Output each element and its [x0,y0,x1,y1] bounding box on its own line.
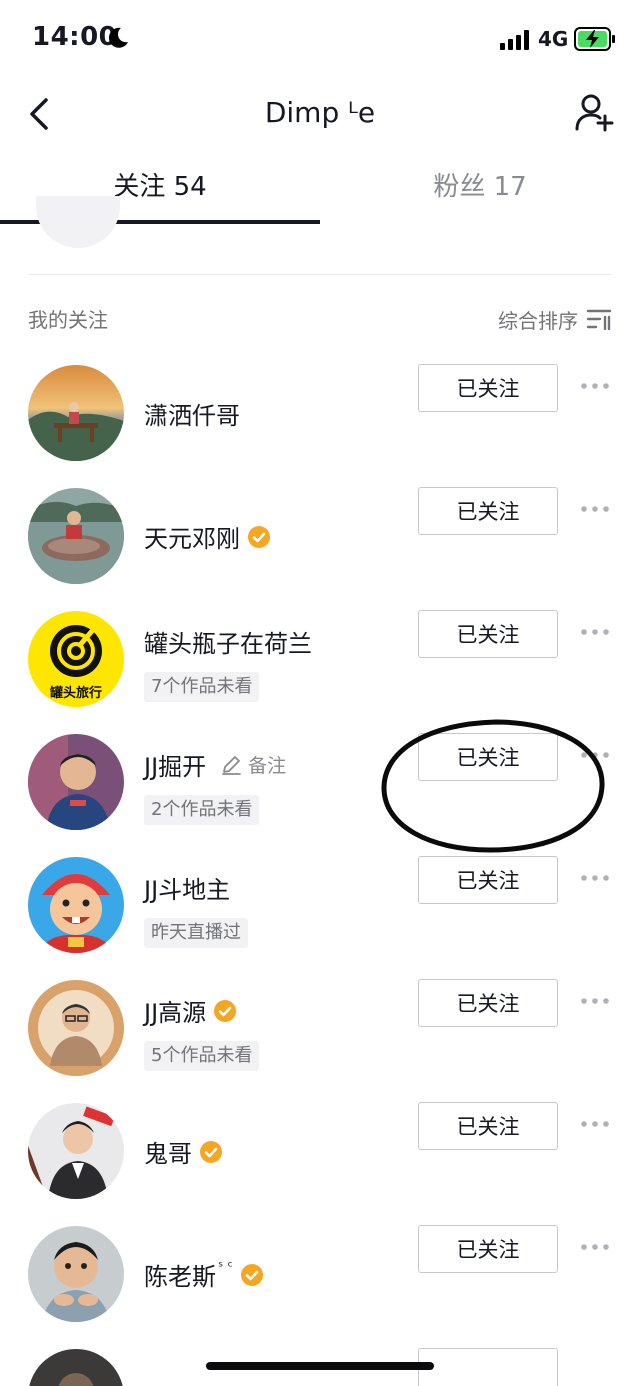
more-icon[interactable] [580,503,610,515]
sort-label: 综合排序 [498,308,578,333]
verified-icon [240,1263,263,1286]
following-button[interactable]: 已关注 [418,856,558,904]
more-icon[interactable] [580,626,610,638]
list-item[interactable]: 陈老斯 ˢ ᶜ 已关注 [0,1223,640,1345]
live-status-tag[interactable]: 昨天直播过 [144,918,248,948]
avatar[interactable] [28,980,124,1076]
user-name: 天元邓刚 [144,525,240,553]
add-user-icon[interactable] [574,92,614,132]
user-name: JJ斗地主 [144,876,231,904]
user-name: 陈老斯 [144,1263,216,1291]
list-item[interactable]: 鬼哥 已关注 [0,1100,640,1222]
following-button[interactable]: 已关注 [418,1225,558,1273]
more-icon[interactable] [580,380,610,392]
page-title: Dimp ᴸe [264,96,376,129]
following-button[interactable]: 已关注 [418,1102,558,1150]
following-button[interactable]: 已关注 [418,733,558,781]
following-button[interactable]: 已关注 [418,364,558,412]
verified-icon [248,525,270,548]
unseen-works-tag[interactable]: 7个作品未看 [144,672,260,702]
more-icon[interactable] [580,1241,610,1253]
nav-bar: Dimp ᴸe [0,80,640,150]
avatar[interactable] [28,1103,124,1199]
section-header: 我的关注 综合排序 [28,304,612,334]
unseen-works-tag[interactable]: 5个作品未看 [144,1041,260,1071]
remark-label: 备注 [248,755,287,777]
name-suffix: ˢ ᶜ [218,1258,233,1275]
user-name: 罐头瓶子在荷兰 [144,630,312,658]
status-bar: 14:00 4G [0,0,640,80]
list-item[interactable]: JJ掘开 备注 2个作品未看 已关注 [0,731,640,853]
home-indicator [206,1362,434,1370]
list-item[interactable]: 罐头旅行 罐头瓶子在荷兰 7个作品未看 已关注 [0,608,640,730]
user-name: 潇洒仟哥 [144,402,240,430]
following-button[interactable] [418,1348,558,1386]
more-icon[interactable] [580,1118,610,1130]
avatar[interactable] [28,365,124,461]
user-name: JJ高源 [144,999,207,1027]
avatar[interactable]: 罐头旅行 [28,611,124,707]
battery-charging-icon [574,27,615,51]
divider [28,274,612,275]
network-label: 4G [538,27,569,51]
following-button[interactable]: 已关注 [418,487,558,535]
list-item[interactable]: 天元邓刚 已关注 [0,485,640,607]
following-button[interactable]: 已关注 [418,610,558,658]
avatar[interactable] [28,857,124,953]
user-name: JJ掘开 [144,753,207,781]
list-item[interactable]: JJ高源 5个作品未看 已关注 [0,977,640,1099]
moon-icon [108,27,128,48]
avatar[interactable] [28,1226,124,1322]
remark-button[interactable]: 备注 [220,751,286,778]
avatar[interactable] [28,488,124,584]
sort-button[interactable]: 综合排序 [498,304,612,334]
user-name: 鬼哥 [144,1140,192,1168]
verified-icon [214,999,237,1022]
list-item[interactable]: JJ斗地主 昨天直播过 已关注 [0,854,640,976]
signal-icon [500,30,529,50]
more-icon[interactable] [580,872,610,884]
pencil-icon [222,755,242,775]
avatar[interactable] [28,734,124,830]
more-icon[interactable] [580,749,610,761]
sort-icon [586,309,612,330]
status-time: 14:00 [32,22,118,52]
tab-fans[interactable]: 粉丝 17 [320,166,640,203]
unseen-works-tag[interactable]: 2个作品未看 [144,795,260,825]
following-button[interactable]: 已关注 [418,979,558,1027]
list-item[interactable]: 潇洒仟哥 已关注 [0,362,640,484]
avatar[interactable] [28,1349,124,1386]
section-title: 我的关注 [28,308,108,332]
svg-text:罐头旅行: 罐头旅行 [49,685,102,701]
partial-avatar [36,196,120,248]
more-icon[interactable] [580,995,610,1007]
verified-icon [200,1140,222,1163]
